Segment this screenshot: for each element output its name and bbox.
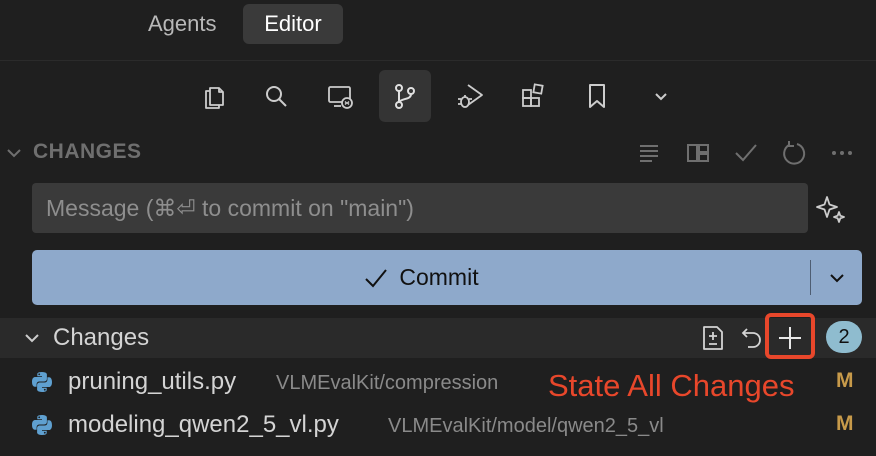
changes-section-header[interactable]: CHANGES	[0, 134, 876, 172]
source-control-icon	[395, 84, 415, 109]
list-item[interactable]: modeling_qwen2_5_vl.py VLMEvalKit/model/…	[0, 405, 876, 445]
more-actions-button[interactable]	[827, 138, 857, 168]
modified-status: M	[836, 412, 854, 435]
more-views-button[interactable]	[635, 70, 687, 122]
file-path: VLMEvalKit/compression	[276, 372, 499, 394]
changes-count-badge: 2	[826, 321, 862, 353]
stage-all-highlight	[765, 313, 815, 359]
refresh-button[interactable]	[779, 138, 809, 168]
activity-toolbar	[0, 70, 876, 122]
refresh-icon	[783, 141, 806, 165]
commit-dropdown-button[interactable]	[811, 250, 862, 305]
python-file-icon	[32, 372, 52, 392]
open-changes-button[interactable]	[696, 321, 730, 355]
source-control-panel: Agents Editor CHANGES Message (⌘⏎ to com…	[0, 0, 876, 456]
commit-button[interactable]: Commit	[32, 250, 810, 305]
remote-explorer-button[interactable]	[314, 70, 366, 122]
file-name: modeling_qwen2_5_vl.py	[68, 411, 339, 438]
commit-check-button[interactable]	[731, 138, 761, 168]
view-as-list-icon	[640, 145, 658, 162]
python-file-icon	[32, 415, 52, 435]
remote-explorer-icon	[328, 86, 353, 109]
extensions-button[interactable]	[507, 70, 559, 122]
sparkle-icon	[816, 196, 845, 223]
commit-message-box	[32, 183, 820, 233]
search-button[interactable]	[250, 70, 302, 122]
view-as-tree-icon	[687, 144, 709, 162]
check-icon	[735, 144, 757, 162]
view-as-list-button[interactable]	[634, 138, 664, 168]
run-debug-icon	[458, 84, 483, 108]
commit-button-label: Commit	[399, 264, 479, 290]
source-control-button[interactable]	[379, 70, 431, 122]
bookmarks-icon	[589, 84, 605, 108]
tab-editor[interactable]: Editor	[243, 4, 343, 44]
explorer-button[interactable]	[188, 70, 240, 122]
tab-agents[interactable]: Agents	[148, 4, 217, 44]
more-actions-icon	[832, 151, 852, 155]
chevron-down-icon	[655, 93, 667, 101]
top-tab-bar: Agents Editor	[0, 0, 876, 50]
section-title: CHANGES	[33, 140, 142, 163]
commit-button-group: Commit	[32, 250, 862, 305]
search-icon	[266, 86, 287, 107]
generate-message-button[interactable]	[812, 190, 850, 228]
changes-group-row[interactable]: Changes	[0, 318, 876, 358]
check-icon	[363, 265, 389, 291]
extensions-icon	[522, 83, 544, 107]
file-name: pruning_utils.py	[68, 368, 237, 395]
chevron-down-icon[interactable]	[4, 143, 24, 163]
file-path: VLMEvalKit/model/qwen2_5_vl	[388, 415, 664, 437]
chevron-down-icon	[829, 273, 844, 282]
run-debug-button[interactable]	[444, 70, 496, 122]
discard-all-button[interactable]	[735, 321, 769, 355]
commit-message-input[interactable]	[32, 183, 820, 233]
open-changes-icon	[703, 326, 723, 350]
modified-status: M	[836, 369, 854, 392]
bookmarks-button[interactable]	[571, 70, 623, 122]
changes-group-label: Changes	[53, 324, 150, 351]
divider	[0, 60, 876, 61]
discard-all-icon	[741, 328, 761, 348]
explorer-icon	[205, 87, 224, 109]
chevron-down-icon[interactable]	[22, 328, 42, 348]
view-as-tree-button[interactable]	[683, 138, 713, 168]
annotation-label: State All Changes	[548, 368, 795, 403]
